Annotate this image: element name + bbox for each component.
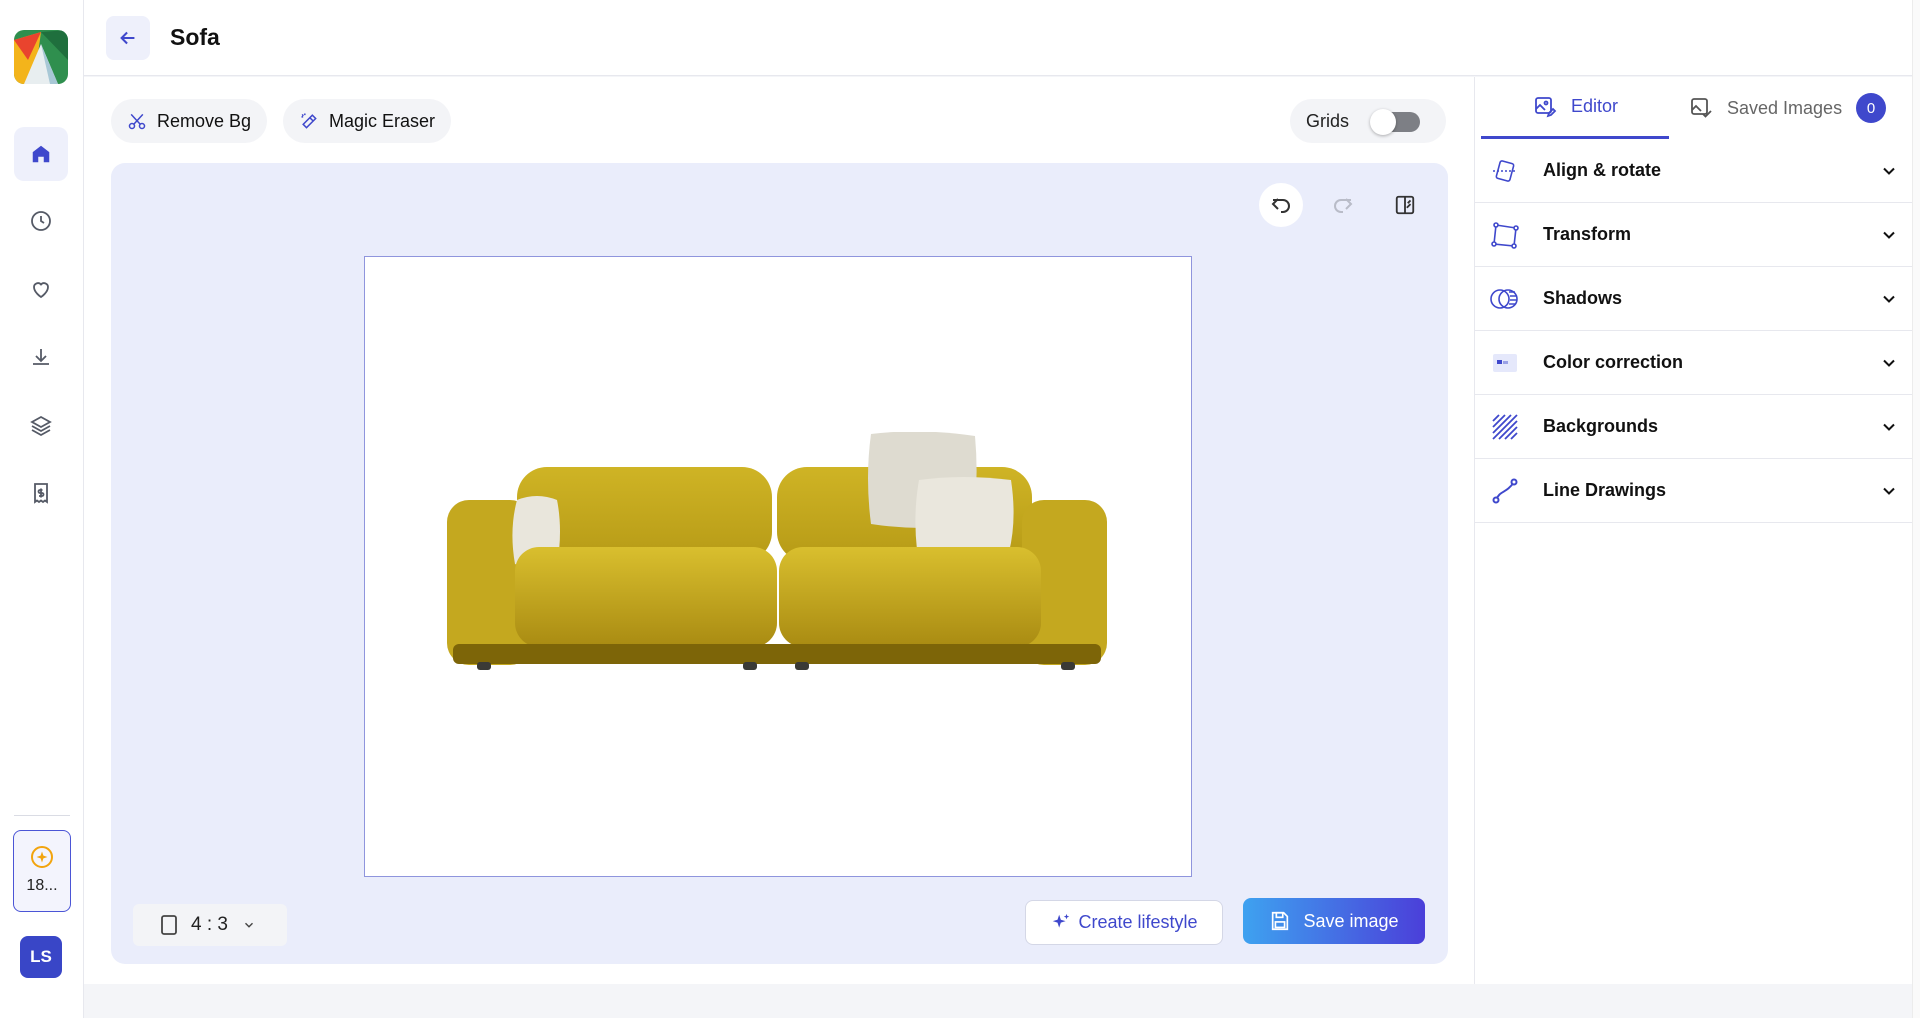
aspect-ratio-icon xyxy=(161,915,177,935)
chevron-down-icon xyxy=(1883,487,1895,495)
save-image-button[interactable]: Save image xyxy=(1243,898,1425,944)
magic-eraser-icon xyxy=(301,113,317,129)
sidebar-item-favorites[interactable] xyxy=(14,262,68,316)
saved-images-icon xyxy=(1691,98,1712,118)
section-backgrounds-label: Backgrounds xyxy=(1543,416,1659,436)
grids-toggle[interactable] xyxy=(1370,109,1420,135)
home-icon xyxy=(32,145,50,163)
chevron-down-icon xyxy=(1883,295,1895,303)
page-scrollbar[interactable] xyxy=(1912,0,1920,1018)
section-line-drawings-label: Line Drawings xyxy=(1543,480,1667,500)
magic-eraser-label: Magic Eraser xyxy=(329,110,436,131)
canvas-panel: 4 : 3 Create lifestyle Save image xyxy=(111,163,1448,964)
editor-main: Remove Bg Magic Eraser Grids 4: 3 Creat… xyxy=(84,77,1474,984)
sofa-image xyxy=(447,432,1107,670)
undo-icon xyxy=(1271,198,1290,213)
section-backgrounds[interactable]: Backgrounds xyxy=(1475,395,1920,459)
tab-saved-images[interactable]: Saved Images 0 xyxy=(1689,77,1909,139)
save-image-label: Save image xyxy=(1303,910,1399,931)
image-artboard[interactable] xyxy=(364,256,1192,877)
download-icon xyxy=(33,349,49,365)
chevron-down-icon xyxy=(244,922,253,928)
section-color-correction-label: Color correction xyxy=(1543,352,1684,372)
section-align-rotate-label: Align & rotate xyxy=(1543,160,1662,180)
line-drawings-icon xyxy=(1489,475,1521,507)
backgrounds-icon xyxy=(1489,411,1521,443)
section-shadows[interactable]: Shadows xyxy=(1475,267,1920,331)
scissors-icon xyxy=(128,113,146,130)
remove-bg-label: Remove Bg xyxy=(157,110,252,131)
sidebar-item-downloads[interactable] xyxy=(14,330,68,384)
receipt-icon xyxy=(34,483,48,504)
aspect-ratio-select[interactable]: 4 : 3 xyxy=(133,904,287,946)
credit-coin-icon xyxy=(31,846,53,868)
credits-card[interactable]: 18... xyxy=(13,830,71,912)
section-shadows-label: Shadows xyxy=(1543,288,1623,308)
sparkle-icon xyxy=(1053,913,1070,928)
user-avatar[interactable]: LS xyxy=(20,936,62,978)
grids-label: Grids xyxy=(1306,110,1350,131)
create-lifestyle-button[interactable]: Create lifestyle xyxy=(1025,900,1223,945)
page-title: Sofa xyxy=(170,24,220,50)
grids-toggle-group: Grids xyxy=(1290,99,1446,143)
chevron-down-icon xyxy=(1883,231,1895,239)
transform-icon xyxy=(1489,219,1521,251)
shadows-icon xyxy=(1489,283,1521,315)
color-correction-icon xyxy=(1489,347,1521,379)
grids-toggle-knob xyxy=(1370,109,1396,135)
app-logo[interactable] xyxy=(14,30,68,84)
arrow-left-icon xyxy=(120,31,135,45)
undo-button[interactable] xyxy=(1259,183,1303,227)
sidebar-divider xyxy=(14,815,70,816)
sidebar-item-history[interactable] xyxy=(14,194,68,248)
section-transform[interactable]: Transform xyxy=(1475,203,1920,267)
top-header: Sofa xyxy=(84,0,1920,76)
image-edit-icon xyxy=(1535,96,1557,117)
left-sidebar: 18... LS xyxy=(0,0,84,1018)
chevron-down-icon xyxy=(1883,359,1895,367)
credits-count: 18... xyxy=(26,877,58,894)
layers-icon xyxy=(30,415,52,437)
section-align-rotate[interactable]: Align & rotate xyxy=(1475,139,1920,203)
section-transform-label: Transform xyxy=(1543,224,1632,244)
save-icon xyxy=(1272,911,1289,931)
sidebar-item-billing[interactable] xyxy=(14,466,68,520)
align-rotate-icon xyxy=(1489,155,1521,187)
tab-saved-images-label: Saved Images xyxy=(1727,97,1843,118)
chevron-down-icon xyxy=(1883,423,1895,431)
right-panel: Editor Saved Images 0 Align & rotate Tra… xyxy=(1474,77,1920,984)
aspect-ratio-value: 4 : 3 xyxy=(191,914,228,935)
chevron-down-icon xyxy=(1883,167,1895,175)
heart-icon xyxy=(33,282,49,299)
tab-editor-label: Editor xyxy=(1571,96,1619,116)
sidebar-item-home[interactable] xyxy=(14,127,68,181)
magic-eraser-button[interactable]: Magic Eraser xyxy=(283,99,452,143)
tab-editor[interactable]: Editor xyxy=(1481,77,1669,139)
remove-bg-button[interactable]: Remove Bg xyxy=(111,99,268,143)
section-line-drawings[interactable]: Line Drawings xyxy=(1475,459,1920,523)
saved-images-count-badge: 0 xyxy=(1856,93,1887,123)
create-lifestyle-label: Create lifestyle xyxy=(1078,912,1198,932)
sidebar-item-layers[interactable] xyxy=(14,398,68,452)
redo-button[interactable] xyxy=(1321,183,1365,227)
footer-bar xyxy=(84,984,1920,1018)
history-icon xyxy=(31,211,51,231)
section-color-correction[interactable]: Color correction xyxy=(1475,331,1920,395)
compare-icon xyxy=(1395,195,1415,215)
redo-icon xyxy=(1334,198,1353,213)
back-button[interactable] xyxy=(106,16,150,60)
compare-button[interactable] xyxy=(1383,183,1427,227)
